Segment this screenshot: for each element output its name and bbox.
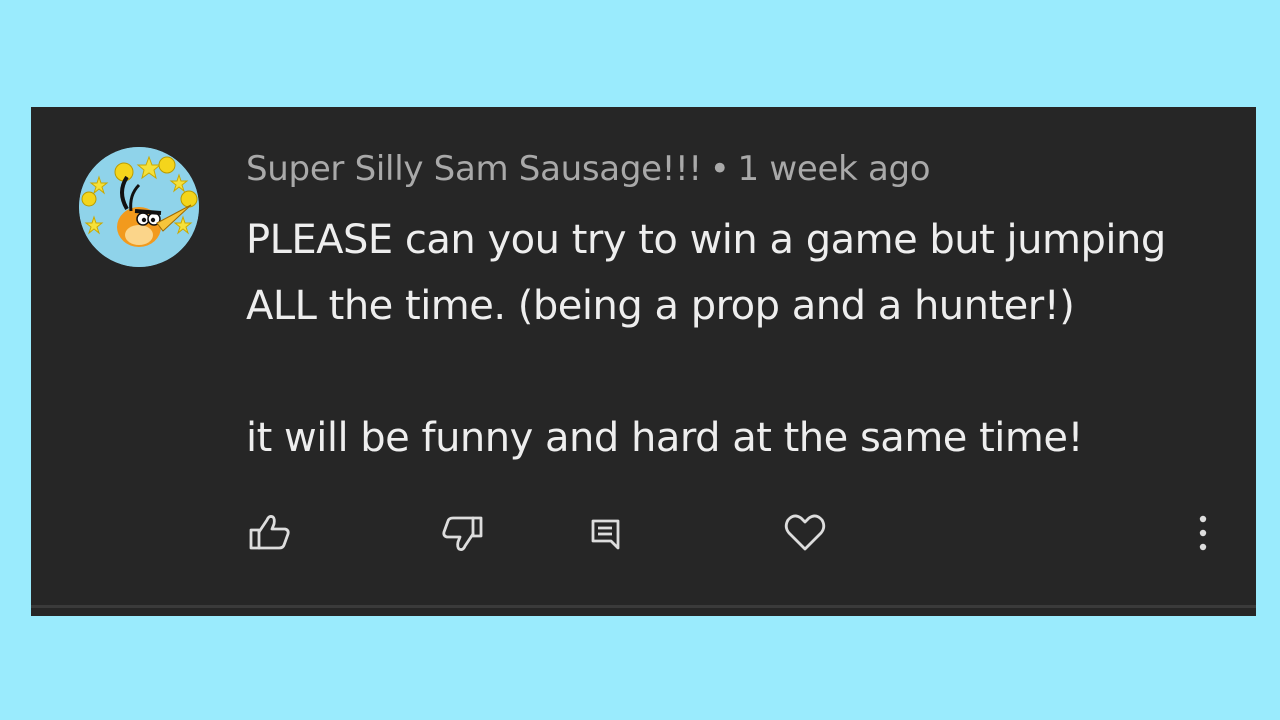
meta-separator: •	[709, 149, 730, 189]
comment-line: ALL the time. (being a prop and a hunter…	[246, 283, 1075, 329]
reply-comment-icon	[591, 519, 620, 550]
thumbs-up-icon	[249, 515, 290, 550]
thumbs-down-icon	[442, 516, 483, 551]
angry-bird-avatar-icon	[79, 147, 199, 267]
avatar[interactable]	[79, 147, 199, 267]
comment-line-blank	[246, 339, 1206, 405]
comment-card: Super Silly Sam Sausage!!! • 1 week ago PL…	[31, 107, 1256, 616]
author-name[interactable]: Super Silly Sam Sausage!!!	[246, 149, 702, 189]
heart-icon	[784, 514, 826, 551]
dislike-button[interactable]	[436, 507, 488, 559]
comment-timestamp[interactable]: 1 week ago	[737, 149, 930, 189]
reply-button[interactable]	[579, 507, 631, 559]
comment-meta: Super Silly Sam Sausage!!! • 1 week ago	[246, 149, 931, 189]
like-button[interactable]	[244, 507, 296, 559]
more-vertical-icon	[1199, 515, 1207, 551]
comment-line: it will be funny and hard at the same ti…	[246, 415, 1084, 461]
divider	[31, 605, 1256, 608]
comment-line: PLEASE can you try to win a game but jum…	[246, 217, 1166, 263]
heart-button[interactable]	[779, 507, 831, 559]
more-options-button[interactable]	[1177, 507, 1229, 559]
comment-body: PLEASE can you try to win a game but jum…	[246, 207, 1206, 471]
